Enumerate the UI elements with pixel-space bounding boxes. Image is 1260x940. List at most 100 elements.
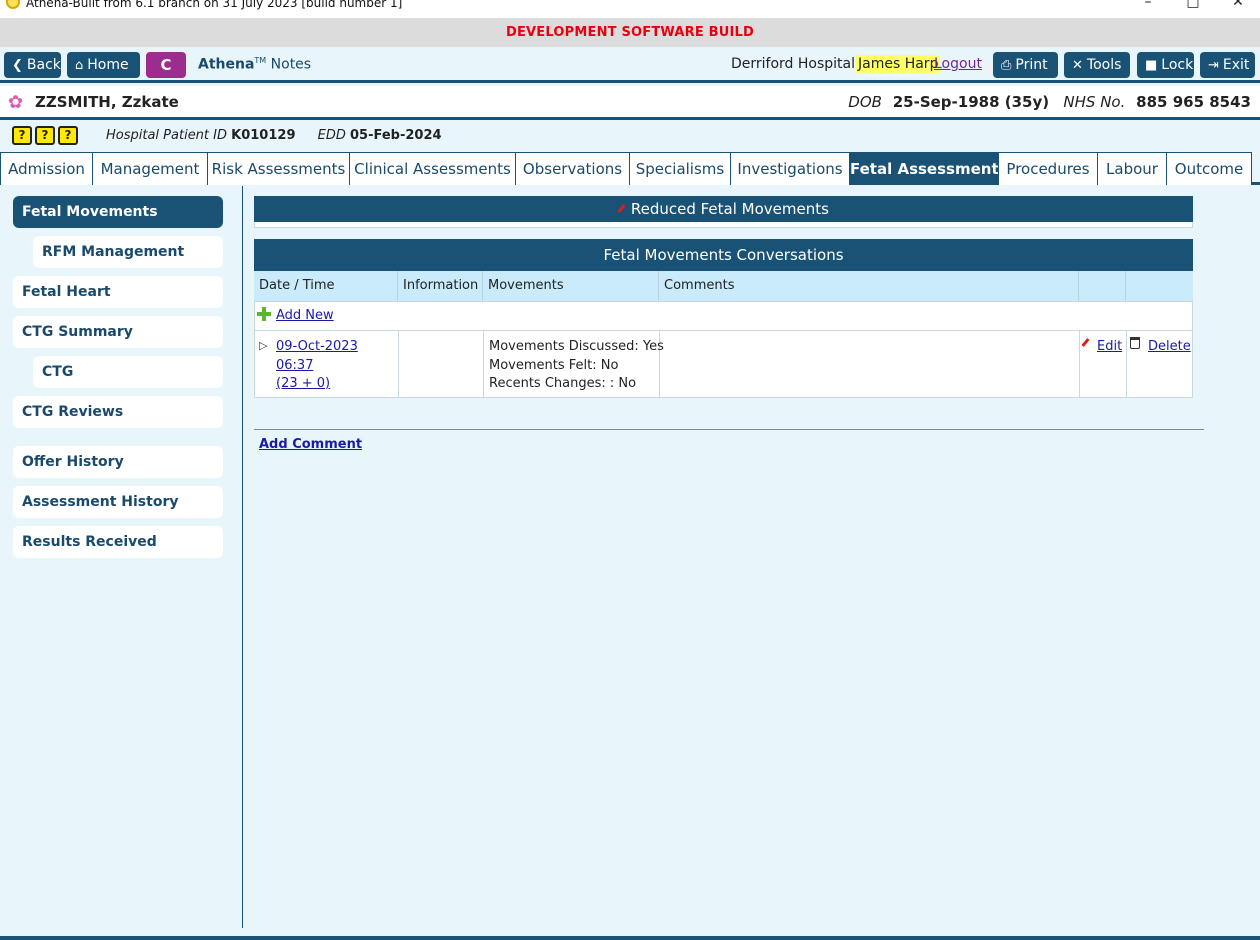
nhs-label: NHS No. [1063,93,1126,111]
brand-notes: Notes [270,56,312,73]
minimize-button[interactable]: – [1138,0,1158,10]
back-label: Back [26,57,61,73]
tools-label: Tools [1086,57,1122,73]
window-title-bar: Athena-Built from 6.1 branch on 31 July … [0,0,1260,18]
col-date-time: Date / Time [254,271,398,301]
tab-fetal-assessments[interactable]: Fetal Assessments [849,152,1008,185]
section-divider [254,429,1204,430]
tab-labour[interactable]: Labour [1097,152,1167,185]
edit-link[interactable]: Edit [1097,339,1122,354]
app-brand: AthenaTM Notes [198,56,311,73]
maximize-button[interactable]: □ [1183,0,1203,10]
patient-name: ZZSMITH, Zzkate [35,93,179,111]
tab-outcome[interactable]: Outcome [1166,152,1252,185]
exit-icon: ⇥ [1208,58,1219,73]
conversation-gestation-link[interactable]: (23 + 0) [276,375,398,394]
reduced-fetal-movements-header[interactable]: Reduced Fetal Movements [254,196,1193,222]
tab-management[interactable]: Management [92,152,208,185]
side-navigation: Fetal Movements RFM Management Fetal Hea… [0,186,243,928]
c-button[interactable]: C [146,52,186,78]
add-new-link[interactable]: Add New [276,308,334,323]
cell-movements: Movements Discussed: Yes Movements Felt:… [484,331,664,397]
print-label: Print [1015,57,1048,73]
sidebar-item-offer-history[interactable]: Offer History [13,446,223,478]
dob-value: 25-Sep-1988 (35y) [892,93,1050,111]
printer-icon: ⎙ [1001,58,1012,73]
home-button[interactable]: ⌂ Home [67,52,140,78]
conversation-datetime-link[interactable]: 09-Oct-2023 06:37 [276,338,398,375]
cell-comments [660,331,1080,397]
dev-build-banner: DEVELOPMENT SOFTWARE BUILD [0,18,1260,47]
sidebar-item-ctg-reviews[interactable]: CTG Reviews [13,396,223,428]
col-edit [1079,271,1126,301]
table-header-row: Date / Time Information Movements Commen… [254,271,1193,301]
recent-changes: Recents Changes: : No [489,376,637,391]
lock-label: Lock [1161,57,1194,73]
window-title: Athena-Built from 6.1 branch on 31 July … [26,0,403,10]
col-comments: Comments [659,271,1079,301]
tab-risk-assessments[interactable]: Risk Assessments [207,152,350,185]
lock-button[interactable]: ■ Lock [1137,52,1194,78]
edd-value: 05-Feb-2024 [350,128,442,143]
movements-felt: Movements Felt: No [489,357,619,373]
flower-icon: ✿ [8,92,24,113]
reduced-fetal-movements-title: Reduced Fetal Movements [630,200,829,218]
nhs-value: 885 965 8543 [1136,93,1251,111]
conversations-header: Fetal Movements Conversations [254,239,1193,271]
brand-tm: TM [254,56,267,65]
table-row: ▷ 09-Oct-2023 06:37 (23 + 0) Movements D… [254,331,1193,398]
hospital-name: Derriford Hospital [731,56,856,72]
exit-label: Exit [1222,57,1250,73]
sidebar-item-rfm-management[interactable]: RFM Management [33,236,223,268]
sidebar-item-ctg-summary[interactable]: CTG Summary [13,316,223,348]
delete-link[interactable]: Delete [1148,339,1191,354]
brand-name: Athena [198,56,255,73]
main-toolbar: ❮ Back ⌂ Home C AthenaTM Notes Derriford H… [0,47,1260,83]
app-icon [6,0,20,9]
bottom-border [0,936,1260,940]
tools-button[interactable]: ✕ Tools [1064,52,1130,78]
pencil-icon [1082,337,1090,352]
cell-delete: Delete [1127,331,1194,397]
sidebar-item-fetal-movements[interactable]: Fetal Movements [13,196,223,228]
cell-information [399,331,484,397]
patient-identifiers: DOB 25-Sep-1988 (35y) NHS No. 885 965 85… [848,93,1251,111]
add-comment-link[interactable]: Add Comment [259,437,362,452]
col-delete [1126,271,1193,301]
add-new-row: Add New [254,301,1193,331]
main-tabs: Admission Management Risk Assessments Cl… [0,152,1260,185]
print-button[interactable]: ⎙ Print [993,52,1058,78]
sidebar-item-results-received[interactable]: Results Received [13,526,223,558]
home-icon: ⌂ [75,58,84,73]
sidebar-item-assessment-history[interactable]: Assessment History [13,486,223,518]
close-window-button[interactable]: ✕ [1228,0,1248,10]
tab-admission[interactable]: Admission [0,152,93,185]
exit-button[interactable]: ⇥ Exit [1200,52,1255,78]
logout-link[interactable]: Logout [934,56,982,72]
user-name: James Harp [856,55,941,73]
expand-triangle-icon[interactable]: ▷ [259,339,267,352]
tools-icon: ✕ [1072,58,1083,73]
pencil-icon [618,204,626,214]
lock-icon: ■ [1145,58,1158,73]
tab-procedures[interactable]: Procedures [998,152,1098,185]
question-icon[interactable]: ? [58,126,78,145]
patient-info-bar: ? ? ? Hospital Patient ID K010129 EDD 05… [0,122,1260,150]
col-movements: Movements [483,271,659,301]
movements-discussed: Movements Discussed: Yes [489,339,664,354]
sidebar-item-fetal-heart[interactable]: Fetal Heart [13,276,223,308]
back-button[interactable]: ❮ Back [4,52,61,78]
sidebar-item-ctg[interactable]: CTG [33,356,223,388]
alert-list-icon[interactable]: ? [12,126,32,145]
home-label: Home [87,57,129,73]
col-information: Information [398,271,483,301]
tab-clinical-assessments[interactable]: Clinical Assessments [349,152,516,185]
dob-label: DOB [848,93,882,111]
tab-specialisms[interactable]: Specialisms [629,152,731,185]
tab-investigations[interactable]: Investigations [730,152,850,185]
question-icon[interactable]: ? [35,126,55,145]
chevron-left-icon: ❮ [12,58,23,73]
hospital-id-value: K010129 [231,128,296,143]
tab-observations[interactable]: Observations [515,152,630,185]
cell-edit: Edit [1080,331,1127,397]
